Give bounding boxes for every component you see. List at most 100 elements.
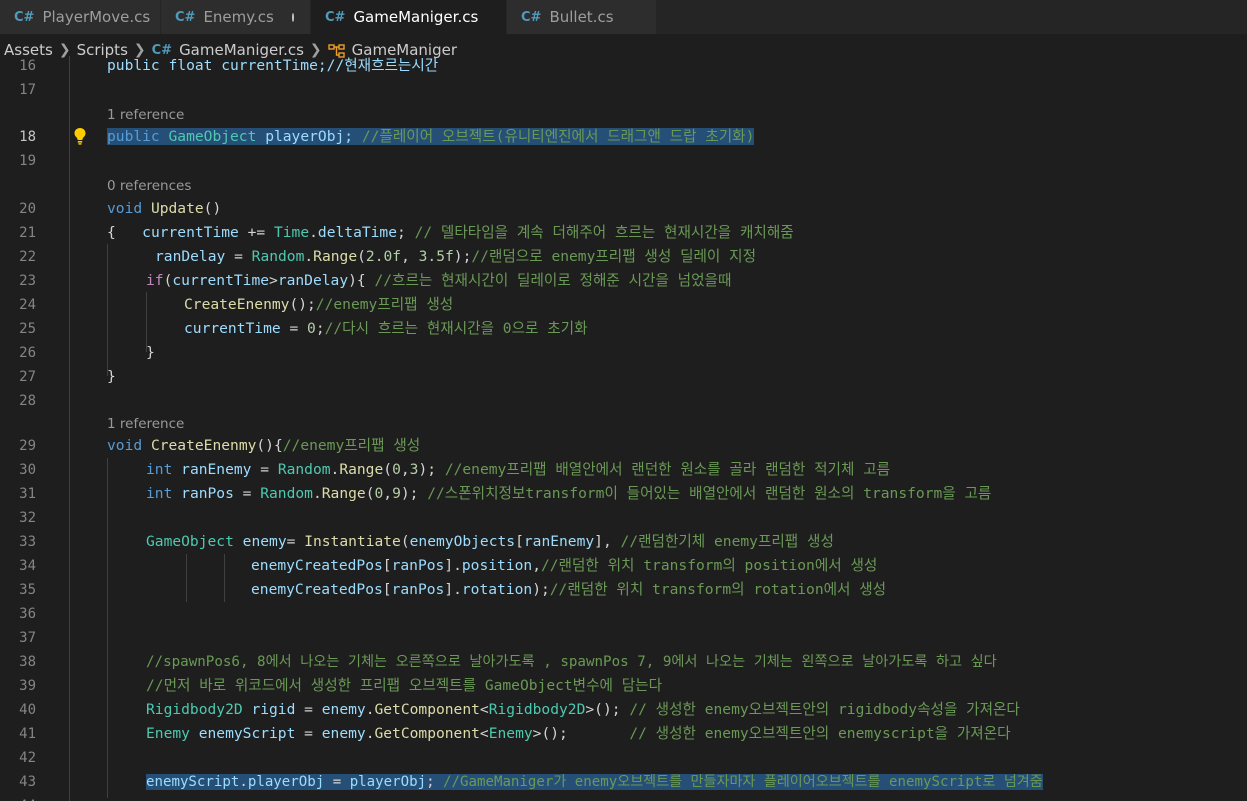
code-token: Enemy <box>146 725 190 742</box>
code-token: ], <box>594 533 621 550</box>
code-line: 19 <box>0 149 1247 173</box>
code-text: int ranPos = Random.Range(0,9); //스폰위치정보… <box>146 482 991 506</box>
line-number: 16 <box>19 58 36 74</box>
code-token: CreateEnenmy <box>150 437 257 454</box>
code-token: ); <box>532 581 550 598</box>
code-token: position <box>461 557 533 574</box>
line-number: 18 <box>19 129 36 145</box>
tab-gamemaniger[interactable]: C# GameManiger.cs <box>311 0 507 34</box>
code-token: ranDelay <box>277 272 349 289</box>
line-number: 35 <box>19 582 36 598</box>
code-token: rotation <box>461 581 533 598</box>
code-token: enemyScript <box>198 725 296 742</box>
code-token: { <box>107 224 143 241</box>
code-token: CreateEnenmy <box>184 296 290 313</box>
code-token: //enemy프리팹 생성 <box>315 296 454 313</box>
code-token: Enemy <box>488 725 533 742</box>
line-number: 33 <box>19 534 36 550</box>
code-line: 20 void Update() <box>0 197 1247 221</box>
code-token: 0 <box>392 461 401 478</box>
code-token: >(); <box>532 725 630 742</box>
selection-highlight: enemyScript.playerObj = playerObj; //Gam… <box>146 774 1043 790</box>
code-line: 21 { currentTime += Time.deltaTime; // 델… <box>0 221 1247 245</box>
code-line: 33 GameObject enemy= Instantiate(enemyOb… <box>0 530 1247 554</box>
codelens-reference[interactable]: 1 reference <box>107 104 184 126</box>
unsaved-dot-icon[interactable] <box>291 12 294 22</box>
code-token: //플레이어 오브젝트(유니티엔진에서 드래그앤 드랍 초기화) <box>361 128 755 145</box>
codelens-reference[interactable]: 0 references <box>107 175 191 197</box>
code-text: GameObject enemy= Instantiate(enemyObjec… <box>146 530 834 554</box>
code-token: void <box>107 437 143 454</box>
code-line: 25 currentTime = 0;//다시 흐르는 현재시간을 0으로 초기… <box>0 317 1247 341</box>
code-token: //enemy프리팹 생성 <box>282 437 421 454</box>
code-line: 26 } <box>0 341 1247 365</box>
line-number: 34 <box>19 558 36 574</box>
tab-playermove[interactable]: C# PlayerMove.cs <box>0 0 161 34</box>
lightbulb-icon[interactable] <box>72 127 88 145</box>
code-token: = <box>280 320 308 337</box>
code-token: () <box>203 200 222 217</box>
code-editor[interactable]: 16 public float currentTime;//현재흐르는시간 17… <box>0 56 1247 801</box>
code-token: enemy <box>321 701 366 718</box>
line-number: 17 <box>19 82 36 98</box>
code-text: //spawnPos6, 8에서 나오는 기체는 오른쪽으로 날아가도록 , s… <box>146 654 997 670</box>
code-token: GetComponent <box>374 701 480 718</box>
code-token: . <box>312 485 322 502</box>
csharp-file-icon: C# <box>325 9 346 25</box>
code-token: >(); <box>585 701 630 718</box>
tab-label: Enemy.cs <box>203 8 274 26</box>
line-number: 43 <box>19 774 36 790</box>
code-token: 0 <box>307 320 316 337</box>
code-text: //먼저 바로 위코드에서 생성한 프리팹 오브젝트를 GameObject변수… <box>146 677 663 694</box>
code-token: . <box>330 461 340 478</box>
code-token: Random <box>277 461 331 478</box>
code-token: public float currentTime;//현재흐르는시간 <box>107 57 439 74</box>
line-number: 44 <box>0 794 36 801</box>
code-token: = <box>225 248 252 265</box>
codelens-reference[interactable]: 1 reference <box>107 413 184 435</box>
line-number: 38 <box>19 654 36 670</box>
code-line: 34 enemyCreatedPos[ranPos].position,//랜덤… <box>0 554 1247 578</box>
code-token: currentTime <box>172 272 270 289</box>
tab-bullet[interactable]: C# Bullet.cs <box>507 0 657 34</box>
code-text: { currentTime += Time.deltaTime; // 델타타임… <box>107 221 794 245</box>
code-line: 40 Rigidbody2D rigid = enemy.GetComponen… <box>0 698 1247 722</box>
code-token: > <box>269 272 278 289</box>
line-number: 23 <box>19 273 36 289</box>
code-token: currentTime <box>142 224 239 241</box>
code-token: ( <box>383 461 393 478</box>
code-token: += <box>238 224 274 241</box>
tab-enemy[interactable]: C# Enemy.cs <box>161 0 311 34</box>
code-token: 9 <box>392 485 401 502</box>
code-text: } <box>107 368 116 385</box>
code-token: < <box>479 701 489 718</box>
code-token: ; <box>315 320 325 337</box>
line-number: 22 <box>19 249 36 265</box>
code-line: 39 //먼저 바로 위코드에서 생성한 프리팹 오브젝트를 GameObjec… <box>0 674 1247 698</box>
code-token: , <box>532 557 541 574</box>
csharp-file-icon: C# <box>175 9 196 25</box>
line-number: 27 <box>19 369 36 385</box>
code-token: ranPos <box>391 581 445 598</box>
code-token: //스폰위치정보transform이 들어있는 배열안에서 랜덤한 원소의 tr… <box>427 485 992 502</box>
code-token: = <box>233 485 261 502</box>
code-token: ; <box>397 224 415 241</box>
code-line: 30 int ranEnemy = Random.Range(0,3); //e… <box>0 458 1247 482</box>
code-token: Update <box>150 200 204 217</box>
code-token: Random <box>251 248 305 265</box>
line-number: 37 <box>19 630 36 646</box>
code-token: Rigidbody2D <box>146 701 243 718</box>
line-number: 24 <box>19 297 36 313</box>
code-token: GameObject <box>146 533 234 550</box>
line-number: 28 <box>19 393 36 409</box>
code-line: 36 <box>0 602 1247 626</box>
code-token: void <box>107 200 143 217</box>
code-token: rigid <box>251 701 296 718</box>
code-token: playerObj; <box>265 128 354 145</box>
code-token: // 생성한 enemy오브젝트안의 enemyscript을 가져온다 <box>629 725 1011 742</box>
code-token: . <box>239 774 248 790</box>
code-line: 44 <box>0 794 1247 801</box>
tab-label: PlayerMove.cs <box>42 8 151 26</box>
code-text: enemyCreatedPos[ranPos].rotation);//랜덤한 … <box>251 578 886 602</box>
code-token: enemyCreatedPos <box>251 557 383 574</box>
